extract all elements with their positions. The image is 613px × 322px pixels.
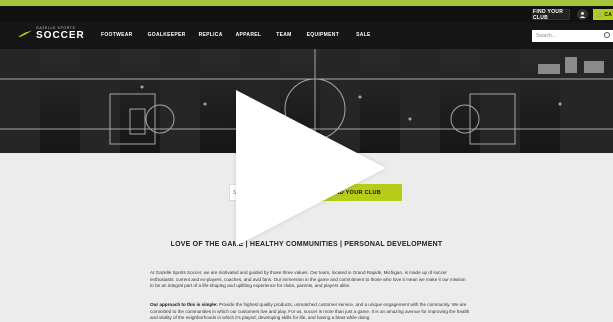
search-icon[interactable]: [604, 32, 610, 38]
logo[interactable]: GAZELLE SPORTS SOCCER: [18, 26, 85, 41]
site-search-input[interactable]: Search...: [532, 30, 613, 42]
gazelle-logo-icon: [18, 30, 32, 37]
utility-bar: FIND YOUR CLUB 🛒 CA: [0, 6, 613, 22]
site-search-placeholder: Search...: [536, 33, 557, 39]
nav-item-footwear[interactable]: FOOTWEAR: [101, 32, 133, 38]
nav-item-apparel[interactable]: APPAREL: [236, 32, 262, 38]
logo-wordmark: SOCCER: [36, 29, 85, 41]
nav-item-equipment[interactable]: EQUIPMENT: [307, 32, 339, 38]
nav-menu: FOOTWEAR GOALKEEPER REPLICA APPAREL TEAM…: [101, 32, 371, 38]
cart-label: CA: [604, 11, 613, 18]
user-icon[interactable]: [577, 9, 588, 20]
play-icon[interactable]: [236, 90, 386, 246]
nav-item-goalkeeper[interactable]: GOALKEEPER: [148, 32, 186, 38]
find-your-club-link[interactable]: FIND YOUR CLUB: [532, 9, 570, 21]
nav-item-sale[interactable]: SALE: [356, 32, 371, 38]
cart-button[interactable]: 🛒 CA: [593, 9, 613, 20]
main-nav: GAZELLE SPORTS SOCCER FOOTWEAR GOALKEEPE…: [0, 22, 613, 49]
approach-lead: Our approach to this is simple:: [150, 302, 218, 307]
user-glyph: [579, 12, 586, 18]
approach-paragraph: Our approach to this is simple: Provide …: [150, 302, 470, 322]
nav-item-team[interactable]: TEAM: [276, 32, 291, 38]
nav-item-replica[interactable]: REPLICA: [199, 32, 223, 38]
intro-paragraph: At Gazelle Sports Soccer, we are motivat…: [150, 270, 466, 289]
